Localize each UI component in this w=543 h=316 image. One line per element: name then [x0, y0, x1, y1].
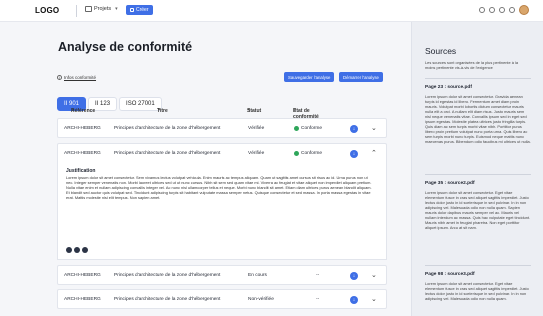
chevron-up-icon[interactable]: ⌃: [371, 149, 377, 157]
row-reference: ARCHI-HEBERG: [64, 126, 101, 131]
source-text: Lorem ipsum dolor sit amet consectetur. …: [425, 94, 531, 144]
source-heading: Page 35 : source2.pdf: [425, 181, 475, 186]
table-header: Référence ⌄ Titre ⌄ Statut ⌄ Etat de con…: [57, 104, 387, 120]
top-navigation-bar: LOGO Projets ▾ Créer: [0, 0, 543, 22]
chevron-down-icon: ▾: [115, 6, 118, 12]
sources-panel: Sources Les sources sont organisées de l…: [411, 22, 543, 316]
row-conformity: --: [316, 273, 320, 278]
source-heading: Page 23 : source.pdf: [425, 85, 472, 90]
row-reference: ARCHI-HEBERG: [64, 297, 101, 302]
row-title: Principes d'architecture de la zone d'hé…: [114, 151, 221, 156]
table-row[interactable]: ARCHI-HEBERG Principes d'architecture de…: [57, 265, 387, 285]
panel-subtitle: Les sources sont organisées de la plus p…: [425, 60, 519, 70]
row-status: En cours: [248, 273, 267, 278]
panel-title: Sources: [425, 46, 457, 56]
row-title: Principes d'architecture de la zone d'hé…: [114, 273, 221, 278]
justification-actions: [66, 247, 88, 253]
justification-heading: Justification: [66, 168, 96, 174]
column-label: Titre: [157, 108, 168, 114]
column-header-etat[interactable]: Etat de conformité ⌄: [293, 106, 319, 120]
download-icon[interactable]: ↓: [350, 150, 358, 158]
table-row[interactable]: ARCHI-HEBERG Principes d'architecture de…: [57, 289, 387, 309]
source-icon[interactable]: [82, 247, 88, 253]
create-label: Créer: [136, 7, 149, 13]
row-conformity: --: [316, 297, 320, 302]
justification-text: Lorem ipsum dolor sit amet consectetur. …: [66, 175, 372, 200]
justification-panel: Justification Lorem ipsum dolor sit amet…: [57, 163, 387, 260]
folder-icon: [85, 6, 92, 12]
help-icon[interactable]: [499, 7, 505, 13]
divider: [425, 265, 531, 266]
row-status: Vérifiée: [248, 151, 265, 156]
download-icon[interactable]: ↓: [350, 125, 358, 133]
column-header-statut[interactable]: Statut ⌄: [247, 106, 261, 114]
divider: [425, 78, 531, 79]
column-header-titre[interactable]: Titre ⌄: [157, 106, 168, 114]
info-icon: i: [57, 75, 62, 80]
column-header-reference[interactable]: Référence ⌄: [71, 106, 95, 114]
check-icon: [294, 151, 299, 156]
column-label: Référence: [71, 108, 96, 114]
source-heading: Page 98 : source3.pdf: [425, 272, 475, 277]
divider: [425, 174, 531, 175]
source-item[interactable]: Page 23 : source.pdf Lorem ipsum dolor s…: [425, 85, 531, 144]
top-icons: [479, 5, 529, 15]
notification-icon[interactable]: [509, 7, 515, 13]
source-item[interactable]: Page 35 : source2.pdf Lorem ipsum dolor …: [425, 181, 531, 230]
chevron-down-icon[interactable]: ⌄: [371, 271, 377, 279]
table-row[interactable]: ARCHI-HEBERG Principes d'architecture de…: [57, 118, 387, 138]
row-status: Vérifiée: [248, 126, 265, 131]
plus-icon: [130, 8, 134, 12]
row-reference: ARCHI-HEBERG: [64, 273, 101, 278]
home-icon[interactable]: [479, 7, 485, 13]
conformity-label: Conforme: [301, 151, 323, 156]
source-text: Lorem ipsum dolor sit amet consectetur. …: [425, 190, 531, 230]
row-title: Principes d'architecture de la zone d'hé…: [114, 297, 221, 302]
chevron-down-icon[interactable]: ⌄: [371, 124, 377, 132]
chevron-down-icon[interactable]: ⌄: [371, 295, 377, 303]
row-status: Non-vérifiée: [248, 297, 274, 302]
source-text: Lorem ipsum dolor sit amet consectetur. …: [425, 281, 529, 301]
download-icon[interactable]: ↓: [350, 272, 358, 280]
copy-icon[interactable]: [74, 247, 80, 253]
create-button[interactable]: Créer: [126, 5, 153, 15]
row-conformity: Conforme: [294, 126, 322, 131]
logo[interactable]: LOGO: [35, 6, 59, 15]
divider: [76, 5, 77, 17]
source-item[interactable]: Page 98 : source3.pdf Lorem ipsum dolor …: [425, 272, 531, 301]
start-analysis-button[interactable]: Démarrer l'analyse: [339, 72, 383, 82]
row-reference: ARCHI-HEBERG: [64, 151, 101, 156]
column-label: Statut: [247, 108, 262, 114]
table-row-expanded[interactable]: ARCHI-HEBERG Principes d'architecture de…: [57, 143, 387, 163]
page-title: Analyse de conformité: [58, 40, 193, 54]
row-conformity: Conforme: [294, 151, 322, 156]
projets-label: Projets: [94, 6, 112, 12]
row-title: Principes d'architecture de la zone d'hé…: [114, 126, 221, 131]
avatar[interactable]: [519, 5, 529, 15]
download-icon[interactable]: ↓: [350, 296, 358, 304]
projets-dropdown[interactable]: Projets ▾: [85, 6, 118, 12]
conformity-label: Conforme: [301, 126, 323, 131]
save-analysis-button[interactable]: Sauvegarder l'analyse: [284, 72, 335, 82]
edit-icon[interactable]: [66, 247, 72, 253]
check-icon: [294, 126, 299, 131]
infos-label: Infos conformité: [64, 75, 97, 80]
infos-conformite-link[interactable]: i Infos conformité: [57, 75, 96, 80]
settings-icon[interactable]: [489, 7, 495, 13]
